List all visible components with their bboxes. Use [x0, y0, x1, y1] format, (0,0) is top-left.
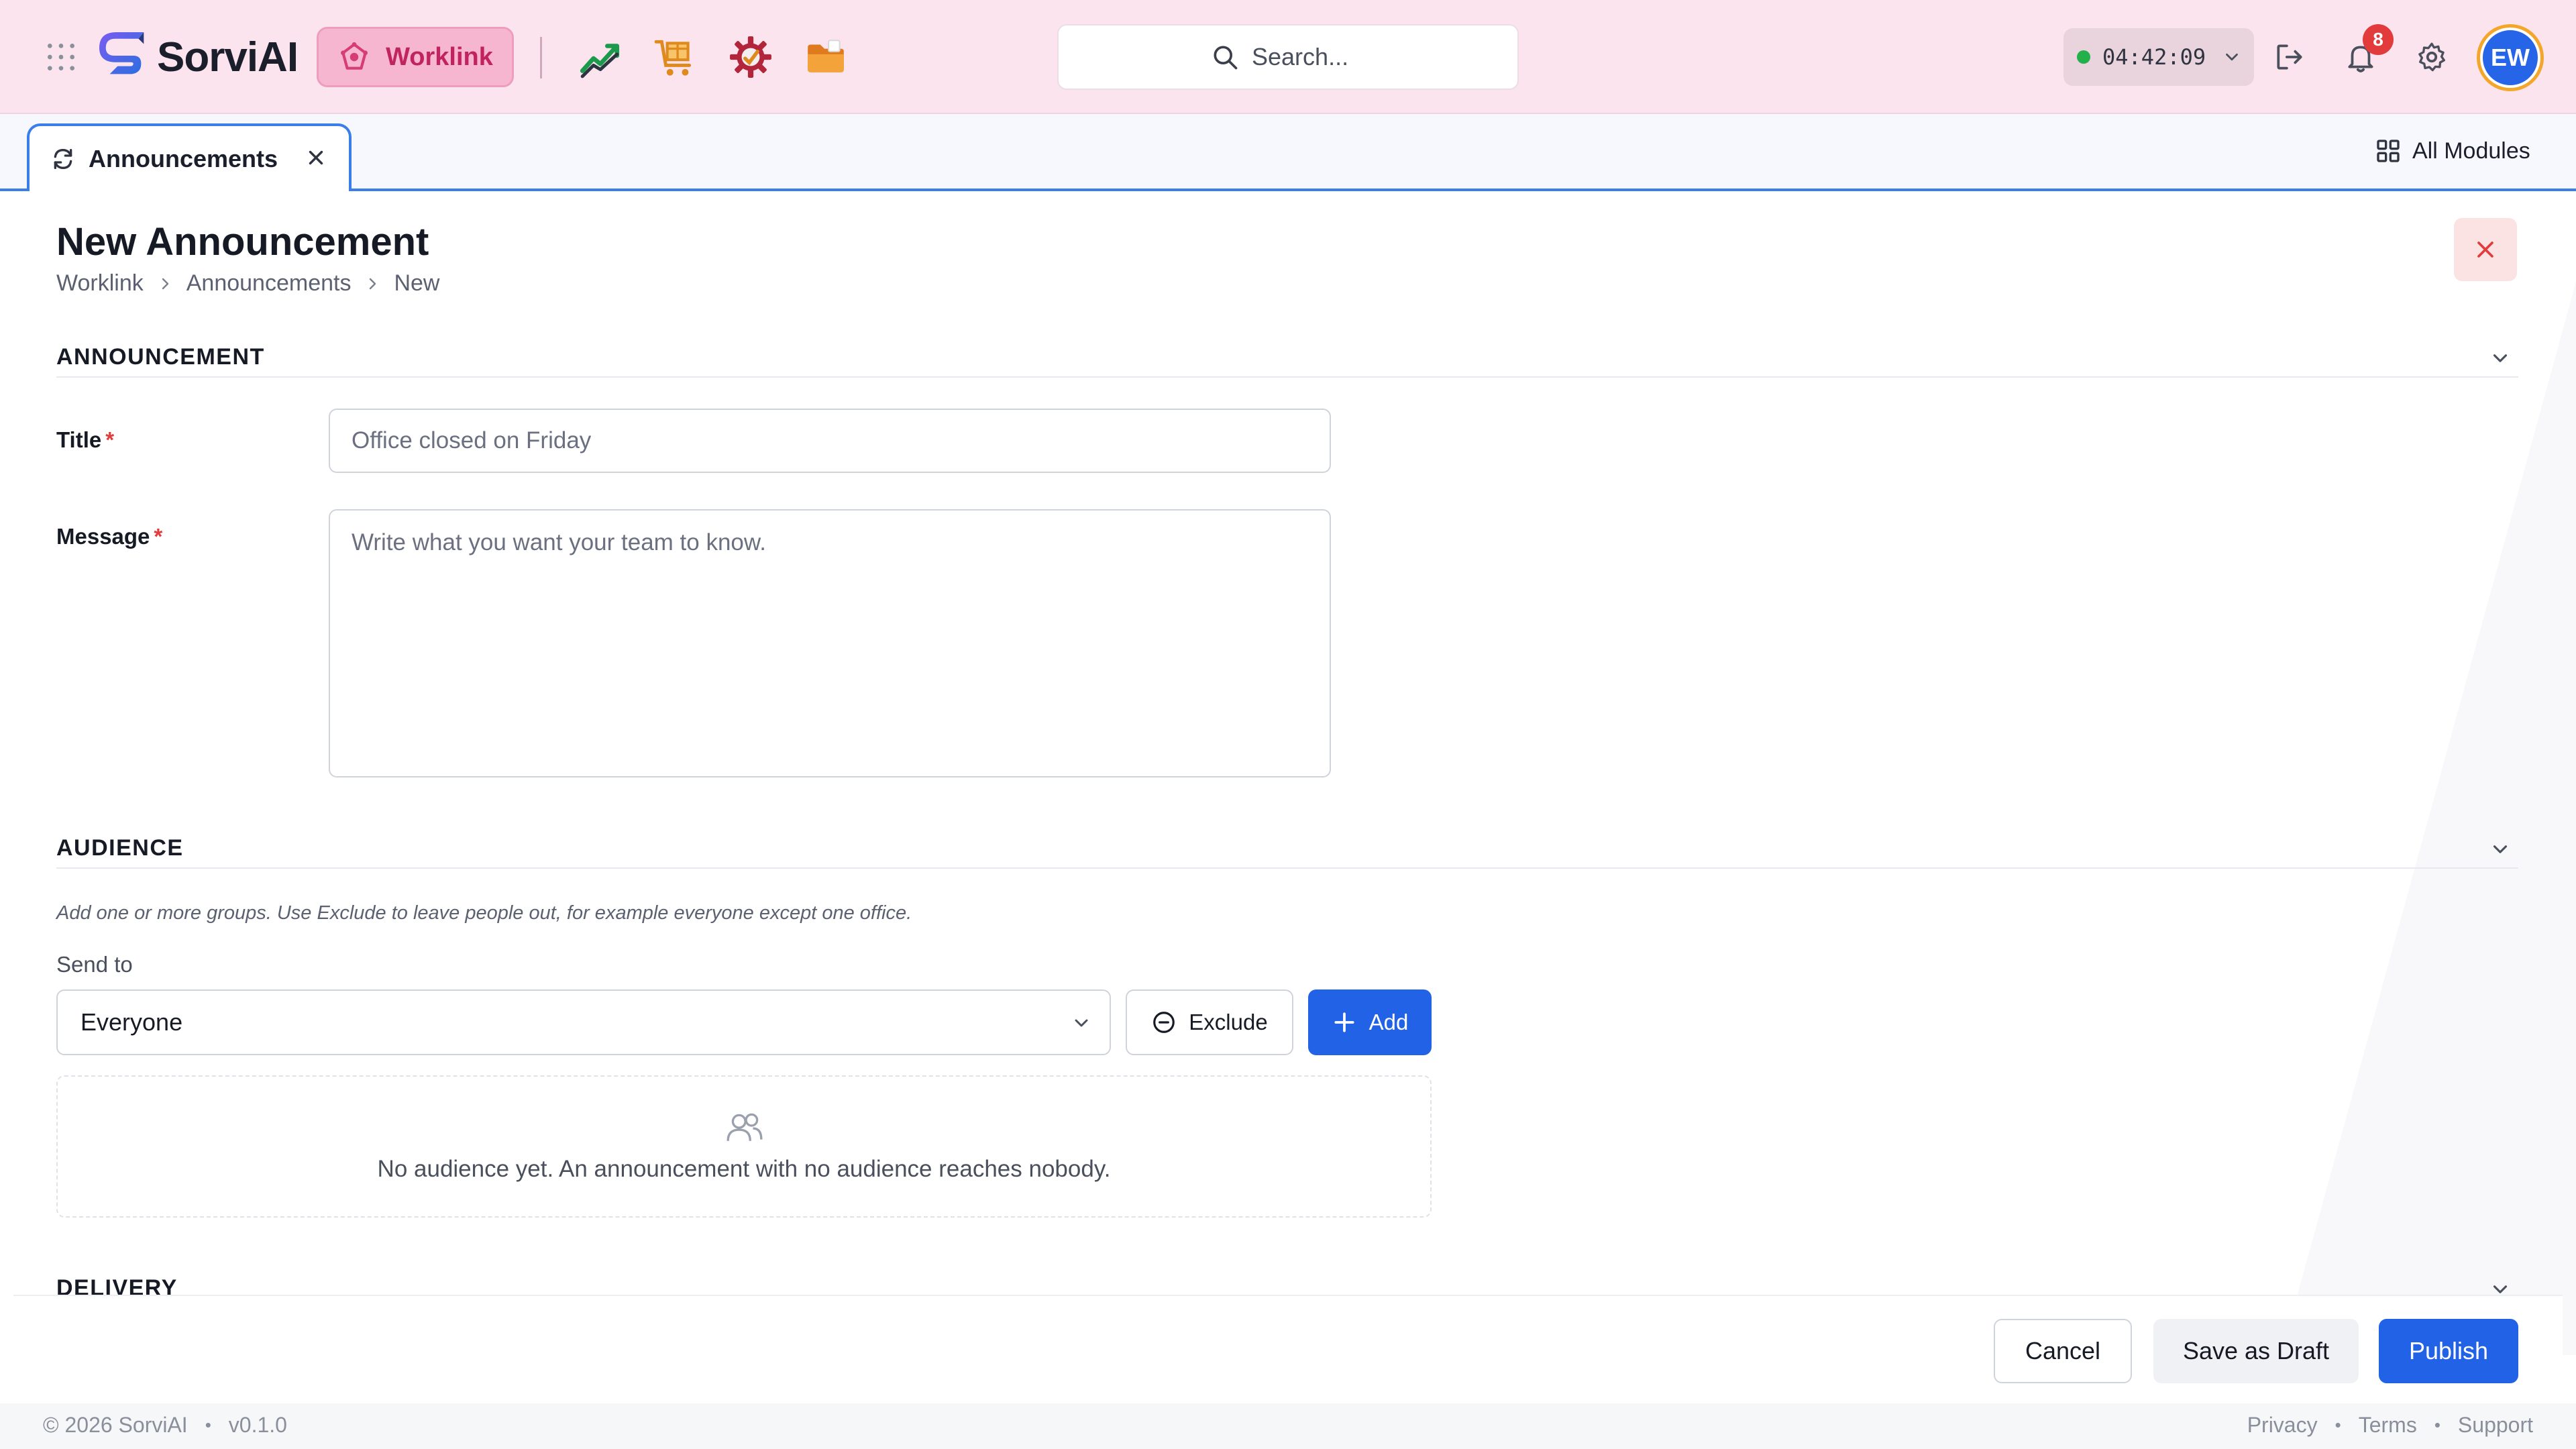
audience-hint: Add one or more groups. Use Exclude to l…	[56, 902, 912, 924]
breadcrumb: Worklink Announcements New	[56, 270, 440, 297]
gear-icon[interactable]	[2415, 40, 2449, 74]
gear-badge-icon[interactable]	[729, 35, 773, 79]
breadcrumb-new: New	[394, 270, 440, 296]
footer-link-terms[interactable]: Terms	[2359, 1413, 2417, 1438]
exclude-button[interactable]: Exclude	[1126, 989, 1293, 1055]
form-action-bar: Cancel Save as Draft Publish	[13, 1295, 2563, 1403]
active-app-worklink[interactable]: Worklink	[317, 27, 514, 87]
section-announcement-header[interactable]: ANNOUNCEMENT	[56, 341, 2518, 378]
title-label: Title *	[56, 427, 114, 453]
tab-join	[30, 187, 349, 193]
copyright: © 2026 SorviAI	[43, 1413, 188, 1437]
save-draft-button[interactable]: Save as Draft	[2153, 1319, 2359, 1383]
add-audience-button[interactable]: Add	[1308, 989, 1432, 1055]
refresh-icon	[54, 148, 72, 169]
logout-icon[interactable]	[2273, 40, 2306, 74]
cancel-button[interactable]: Cancel	[1994, 1319, 2132, 1383]
separator-dot: •	[2434, 1415, 2440, 1435]
footer-link-privacy[interactable]: Privacy	[2247, 1413, 2318, 1438]
add-label: Add	[1368, 1010, 1409, 1034]
close-icon[interactable]	[305, 146, 327, 169]
publish-button[interactable]: Publish	[2379, 1319, 2518, 1383]
active-app-label: Worklink	[386, 42, 493, 71]
worklink-icon	[341, 42, 368, 70]
chevron-right-icon	[370, 278, 376, 289]
message-textarea[interactable]	[329, 509, 1331, 777]
empty-state-text: No audience yet. An announcement with no…	[377, 1156, 1111, 1182]
chevron-right-icon	[162, 278, 168, 289]
modules-grid-icon	[2377, 140, 2400, 162]
chevron-down-icon	[2493, 354, 2508, 362]
separator-dot: •	[205, 1415, 211, 1435]
message-label: Message *	[56, 524, 162, 549]
tab-announcements[interactable]: Announcements	[27, 123, 352, 191]
send-to-label: Send to	[56, 952, 133, 977]
brand-name: SorviAI	[157, 34, 299, 80]
close-page-button[interactable]	[2454, 218, 2517, 281]
minus-circle-icon	[1153, 1012, 1175, 1033]
title-label-text: Title	[56, 427, 102, 452]
tab-bar	[0, 114, 2576, 191]
search-icon	[1214, 46, 1238, 70]
footer-link-support[interactable]: Support	[2458, 1413, 2533, 1438]
all-modules-label: All Modules	[2412, 138, 2530, 164]
notification-badge: 8	[2363, 24, 2394, 55]
tab-bar-underline	[0, 189, 2576, 191]
app-launcher-icon[interactable]	[44, 40, 78, 74]
brand-logo-icon	[99, 32, 144, 74]
required-mark: *	[105, 427, 115, 452]
chevron-down-icon	[2226, 53, 2238, 61]
users-icon	[727, 1113, 763, 1141]
title-input[interactable]	[329, 409, 1331, 473]
page-title: New Announcement	[56, 220, 429, 264]
search-input[interactable]	[1252, 43, 1366, 71]
section-title: ANNOUNCEMENT	[56, 344, 265, 370]
trend-chart-icon[interactable]	[578, 35, 623, 79]
time-tracker[interactable]: 04:42:09	[2063, 28, 2254, 86]
global-search[interactable]	[1057, 24, 1519, 90]
chevron-down-icon	[1075, 1019, 1088, 1027]
all-modules-button[interactable]: All Modules	[2375, 134, 2530, 168]
divider	[540, 37, 542, 78]
tab-label: Announcements	[89, 144, 278, 172]
box-cart-icon[interactable]	[653, 35, 698, 79]
main-content: New Announcement Worklink Announcements …	[0, 193, 2576, 1309]
brand-logo[interactable]: SorviAI	[99, 28, 299, 86]
version: v0.1.0	[228, 1413, 287, 1437]
message-label-text: Message	[56, 524, 150, 549]
page-footer: © 2026 SorviAI • v0.1.0 Privacy • Terms …	[0, 1403, 2576, 1449]
breadcrumb-worklink[interactable]: Worklink	[56, 270, 144, 297]
exclude-label: Exclude	[1189, 1010, 1268, 1034]
required-mark: *	[154, 524, 163, 549]
plus-icon	[1334, 1012, 1354, 1032]
folder-icon[interactable]	[804, 35, 848, 79]
audience-empty-state: No audience yet. An announcement with no…	[56, 1075, 1432, 1218]
top-bar: SorviAI Worklink Search... 04:42:09 8 EW	[0, 0, 2576, 114]
section-audience-header[interactable]: AUDIENCE	[56, 833, 2518, 869]
breadcrumb-announcements[interactable]: Announcements	[186, 270, 352, 297]
separator-dot: •	[2334, 1415, 2341, 1435]
user-avatar[interactable]: EW	[2477, 24, 2544, 91]
close-icon	[2477, 241, 2493, 258]
section-title: AUDIENCE	[56, 835, 184, 861]
status-dot	[2077, 50, 2090, 64]
send-to-select[interactable]: Everyone	[56, 989, 1111, 1055]
send-to-value: Everyone	[80, 1008, 183, 1036]
chevron-down-icon	[2493, 845, 2508, 853]
timer-value: 04:42:09	[2102, 44, 2206, 70]
user-initials: EW	[2480, 28, 2540, 88]
